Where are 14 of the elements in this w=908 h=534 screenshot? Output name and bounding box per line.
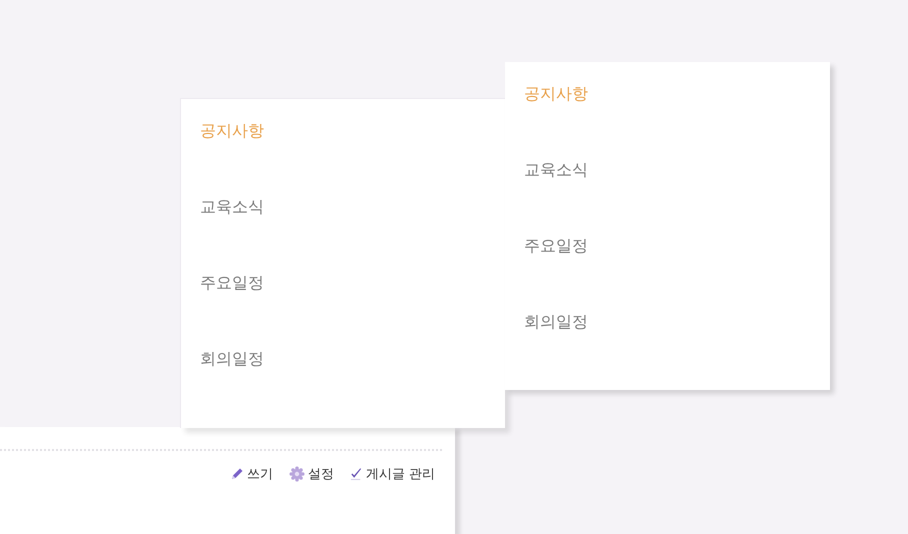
menu-item[interactable]: 교육소식: [524, 158, 588, 182]
check-icon: [350, 467, 363, 481]
pencil-icon: [230, 467, 244, 481]
menu-item[interactable]: 공지사항: [524, 82, 588, 106]
menu-item[interactable]: 주요일정: [524, 234, 588, 258]
toolbar-link[interactable]: 쓰기: [230, 465, 273, 483]
menu-item[interactable]: 교육소식: [200, 195, 264, 219]
gear-icon: [288, 466, 305, 482]
menu-item[interactable]: 회의일정: [200, 347, 264, 371]
toolbar-link[interactable]: 게시글 관리: [350, 465, 435, 483]
toolbar-link[interactable]: 설정: [288, 465, 334, 483]
menu-item[interactable]: 회의일정: [524, 310, 588, 334]
menu-item[interactable]: 공지사항: [200, 119, 264, 143]
menu-item[interactable]: 주요일정: [200, 271, 264, 295]
